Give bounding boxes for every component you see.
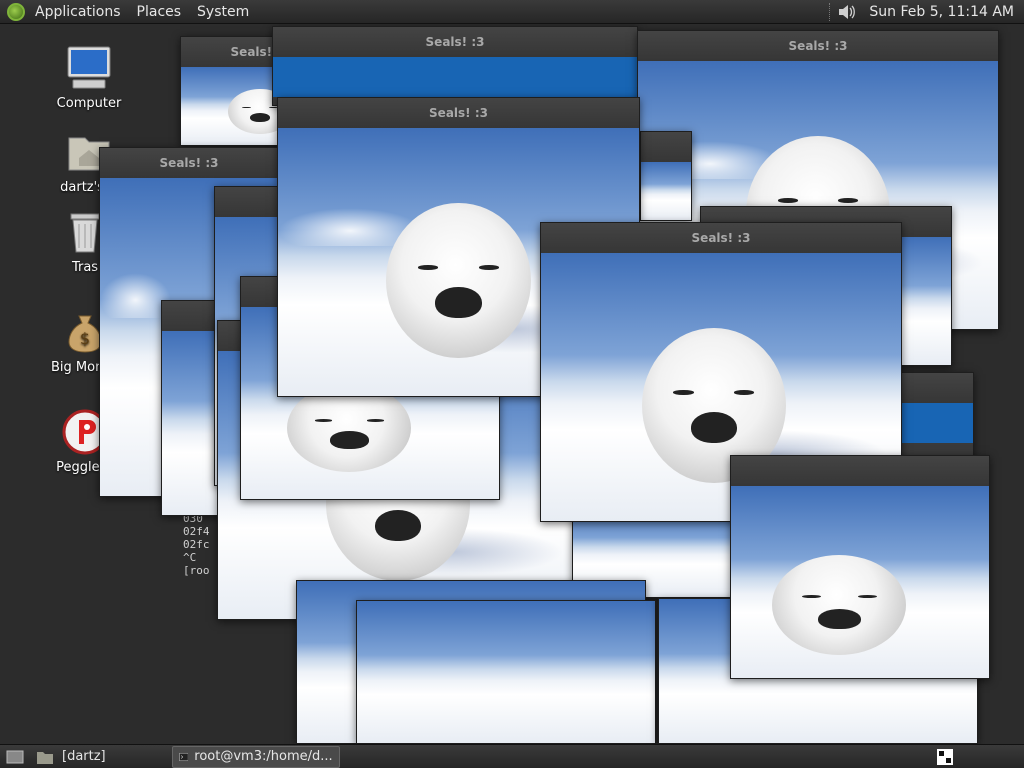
volume-icon[interactable]	[837, 3, 857, 21]
window-title[interactable]: Seals! :3	[273, 27, 637, 57]
workspace-label: [dartz]	[62, 748, 106, 764]
menu-system[interactable]: System	[189, 0, 257, 24]
window-title[interactable]	[641, 132, 691, 162]
distro-logo-icon[interactable]	[7, 2, 25, 21]
top-panel: Applications Places System Sun Feb 5, 11…	[0, 0, 1024, 24]
window-title[interactable]	[901, 373, 973, 403]
seal-image	[731, 486, 989, 678]
window-title[interactable]: Seals! :3	[100, 148, 278, 178]
workspace-switcher-icon	[937, 748, 953, 765]
seal-window[interactable]	[356, 600, 656, 744]
workspace-switcher[interactable]	[930, 746, 960, 768]
computer-icon	[65, 44, 113, 92]
workspace-button[interactable]: [dartz]	[30, 746, 112, 768]
window-content	[901, 403, 973, 461]
taskbar-item-label: root@vm3:/home/d...	[194, 748, 333, 764]
panel-clock[interactable]: Sun Feb 5, 11:14 AM	[861, 4, 1024, 20]
desktop-icon-label: Computer	[56, 96, 122, 111]
menu-places[interactable]: Places	[129, 0, 190, 24]
panel-separator	[829, 2, 831, 21]
window-title[interactable]: Seals! :3	[541, 223, 901, 253]
seal-window[interactable]	[900, 372, 974, 462]
bottom-panel: [dartz] root@vm3:/home/d...	[0, 744, 1024, 768]
window-title[interactable]	[731, 456, 989, 486]
folder-icon	[37, 751, 53, 764]
seal-window[interactable]	[730, 455, 990, 679]
window-title[interactable]	[215, 187, 277, 217]
window-content	[357, 601, 655, 743]
window-content	[641, 162, 691, 220]
desktop-icon-computer[interactable]: Computer	[34, 44, 144, 111]
window-title[interactable]: Seals! :3	[278, 98, 639, 128]
seal-window[interactable]	[640, 131, 692, 221]
svg-text:$: $	[80, 329, 90, 348]
taskbar-item-terminal[interactable]: root@vm3:/home/d...	[171, 745, 340, 768]
seal-window[interactable]: Seals! :3	[272, 26, 638, 106]
menu-applications[interactable]: Applications	[27, 0, 129, 24]
terminal-icon	[178, 752, 189, 761]
window-title[interactable]: Seals! :3	[638, 31, 998, 61]
show-desktop-button[interactable]	[0, 746, 30, 768]
show-desktop-icon	[6, 750, 24, 763]
